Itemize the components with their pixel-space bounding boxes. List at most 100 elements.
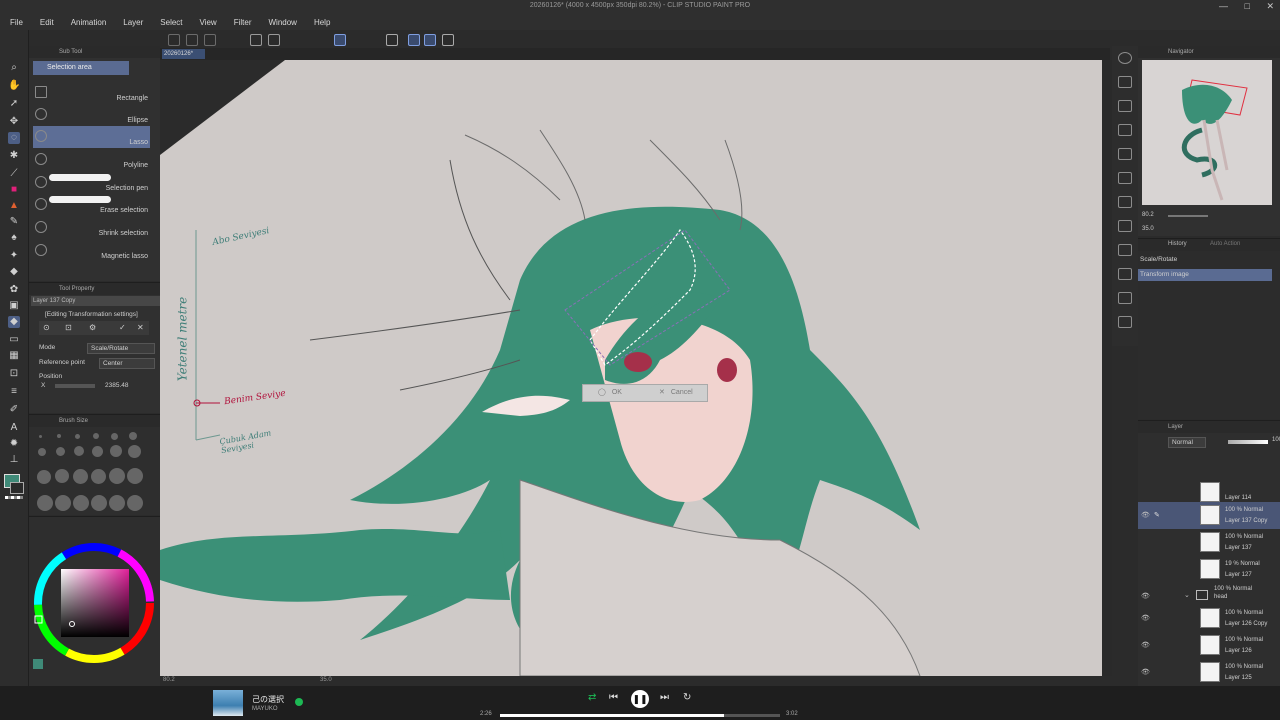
info-icon[interactable] bbox=[1118, 268, 1132, 280]
menu-layer[interactable]: Layer bbox=[123, 18, 143, 27]
minimize-button[interactable]: — bbox=[1219, 1, 1228, 11]
brush-size-option[interactable] bbox=[91, 469, 106, 484]
settings-icon[interactable]: ⚙ bbox=[89, 323, 96, 332]
brush-size-option[interactable] bbox=[127, 468, 143, 484]
color-wheel[interactable] bbox=[29, 527, 160, 677]
hand-tool-icon[interactable]: ✋ bbox=[8, 80, 20, 92]
brush-size-option[interactable] bbox=[56, 447, 65, 456]
eye-icon[interactable]: 👁 bbox=[1141, 641, 1150, 649]
cancel-button[interactable]: ✕ Cancel bbox=[659, 387, 705, 399]
ok-button[interactable]: ◯ OK bbox=[598, 387, 636, 399]
brush-size-option[interactable] bbox=[73, 469, 88, 484]
figure-tool-icon[interactable]: ▭ bbox=[8, 334, 20, 346]
zoom-tool-icon[interactable]: ⌕ bbox=[8, 62, 20, 74]
brush-size-option[interactable] bbox=[109, 468, 125, 484]
eyedropper-tool-icon[interactable]: ⟋ bbox=[8, 168, 20, 180]
mode-select[interactable]: Scale/Rotate bbox=[87, 343, 155, 354]
subtool-magnetic-lasso[interactable]: Magnetic lasso bbox=[33, 240, 150, 262]
brush-size-option[interactable] bbox=[110, 445, 122, 457]
layer-search-icon[interactable] bbox=[1118, 148, 1132, 160]
menu-select[interactable]: Select bbox=[160, 18, 182, 27]
layer-menu-icon[interactable] bbox=[1118, 316, 1132, 328]
brush-size-option[interactable] bbox=[93, 433, 99, 439]
move-layer-tool-icon[interactable]: ✥ bbox=[8, 116, 20, 128]
frame-tool-icon[interactable]: ▦ bbox=[8, 350, 20, 362]
brush-size-option[interactable] bbox=[128, 445, 141, 458]
tool-settings-icon[interactable] bbox=[1118, 292, 1132, 304]
eye-icon[interactable]: 👁 bbox=[1141, 668, 1150, 676]
brush-size-option[interactable] bbox=[39, 435, 42, 438]
layer-row[interactable]: 👁 100 % Normal Layer 126 bbox=[1138, 632, 1280, 659]
history-item[interactable]: Transform image bbox=[1138, 269, 1272, 281]
subtool-selection-pen[interactable]: Selection pen bbox=[33, 172, 150, 194]
x-slider[interactable] bbox=[55, 384, 95, 388]
line-correction-tool-icon[interactable]: A bbox=[8, 422, 20, 434]
navigator-angle[interactable]: 35.0 bbox=[1142, 226, 1154, 232]
ruler-snap-icon[interactable] bbox=[408, 34, 420, 46]
gradient-tool-icon[interactable]: ◆ bbox=[8, 316, 20, 328]
balloon-tool-icon[interactable]: ✐ bbox=[8, 404, 20, 416]
navigator-zoom-slider[interactable] bbox=[1168, 215, 1208, 217]
save-icon[interactable] bbox=[204, 34, 216, 46]
selection-tool-icon[interactable]: ◌ bbox=[8, 132, 20, 144]
auto-select-tool-icon[interactable]: ✱ bbox=[8, 150, 20, 162]
opacity-value[interactable]: 100 bbox=[1272, 437, 1280, 443]
menu-view[interactable]: View bbox=[200, 18, 217, 27]
status-zoom[interactable]: 80.2 bbox=[163, 677, 175, 683]
brush-size-option[interactable] bbox=[57, 434, 61, 438]
close-panel-icon[interactable] bbox=[1118, 124, 1132, 136]
vertical-scrollbar[interactable] bbox=[1102, 60, 1112, 676]
close-button[interactable]: ✕ bbox=[1266, 1, 1274, 11]
x-value[interactable]: 2385.48 bbox=[105, 382, 129, 389]
menu-edit[interactable]: Edit bbox=[40, 18, 54, 27]
pen-tool-icon[interactable]: ■ bbox=[8, 184, 20, 196]
brush-size-option[interactable] bbox=[111, 433, 118, 440]
blend-tool-icon[interactable]: ✿ bbox=[8, 284, 20, 296]
special-ruler-snap-icon[interactable] bbox=[424, 34, 436, 46]
brush-size-option[interactable] bbox=[92, 446, 103, 457]
item-bank-icon[interactable] bbox=[1118, 196, 1132, 208]
layer-row[interactable]: 👁 100 % Normal Layer 126 Copy bbox=[1138, 605, 1280, 632]
open-icon[interactable] bbox=[186, 34, 198, 46]
pin-icon[interactable]: ⊥ bbox=[8, 454, 20, 466]
transparent-color-icon[interactable] bbox=[5, 496, 23, 499]
menu-filter[interactable]: Filter bbox=[234, 18, 252, 27]
liked-icon[interactable] bbox=[295, 698, 303, 706]
repeat-icon[interactable]: ↻ bbox=[683, 692, 691, 703]
next-icon[interactable]: ⏭ bbox=[660, 692, 669, 703]
correct-line-icon[interactable]: ✹ bbox=[8, 438, 20, 450]
subtool-rectangle[interactable]: Rectangle bbox=[33, 82, 150, 104]
decoration-tool-icon[interactable]: ✦ bbox=[8, 250, 20, 262]
menu-file[interactable]: File bbox=[10, 18, 23, 27]
history-item[interactable]: Scale/Rotate bbox=[1138, 254, 1272, 266]
opacity-slider[interactable] bbox=[1228, 440, 1268, 444]
menu-help[interactable]: Help bbox=[314, 18, 330, 27]
sub-color-swatch[interactable] bbox=[10, 482, 24, 494]
brush-size-option[interactable] bbox=[75, 434, 80, 439]
airbrush-tool-icon[interactable]: ♠ bbox=[8, 232, 20, 244]
canvas[interactable]: Abo Seviyesi Yetenel metre Benim Seviye … bbox=[160, 60, 1102, 676]
subtool-ellipse[interactable]: Ellipse bbox=[33, 104, 150, 126]
menu-animation[interactable]: Animation bbox=[71, 18, 107, 27]
pencil-tool-icon[interactable]: ▲ bbox=[8, 200, 20, 212]
pause-button[interactable]: ❚❚ bbox=[631, 690, 649, 708]
brush-size-option[interactable] bbox=[37, 495, 53, 511]
redo-icon[interactable] bbox=[268, 34, 280, 46]
fit-icon[interactable] bbox=[386, 34, 398, 46]
maximize-button[interactable]: □ bbox=[1245, 1, 1250, 11]
confirm-icon[interactable]: ⊙ bbox=[43, 323, 50, 332]
expand-icon[interactable]: ⊡ bbox=[65, 323, 72, 332]
previous-icon[interactable]: ⏮ bbox=[609, 692, 618, 703]
tab-history[interactable]: History bbox=[1168, 241, 1187, 247]
canvas-tab[interactable]: 20260126* bbox=[162, 49, 206, 59]
new-icon[interactable] bbox=[168, 34, 180, 46]
brush-size-option[interactable] bbox=[109, 495, 125, 511]
quick-access-icon[interactable] bbox=[1118, 220, 1132, 232]
navigator-zoom[interactable]: 80.2 bbox=[1142, 212, 1154, 218]
animation-icon[interactable] bbox=[1118, 172, 1132, 184]
layer-row[interactable]: 100 % Normal Layer 137 bbox=[1138, 529, 1280, 556]
brush-size-option[interactable] bbox=[55, 495, 71, 511]
subtool-lasso[interactable]: Lasso bbox=[33, 126, 150, 148]
fill-tool-icon[interactable]: ▣ bbox=[8, 300, 20, 312]
current-color-swatch[interactable] bbox=[33, 659, 43, 669]
